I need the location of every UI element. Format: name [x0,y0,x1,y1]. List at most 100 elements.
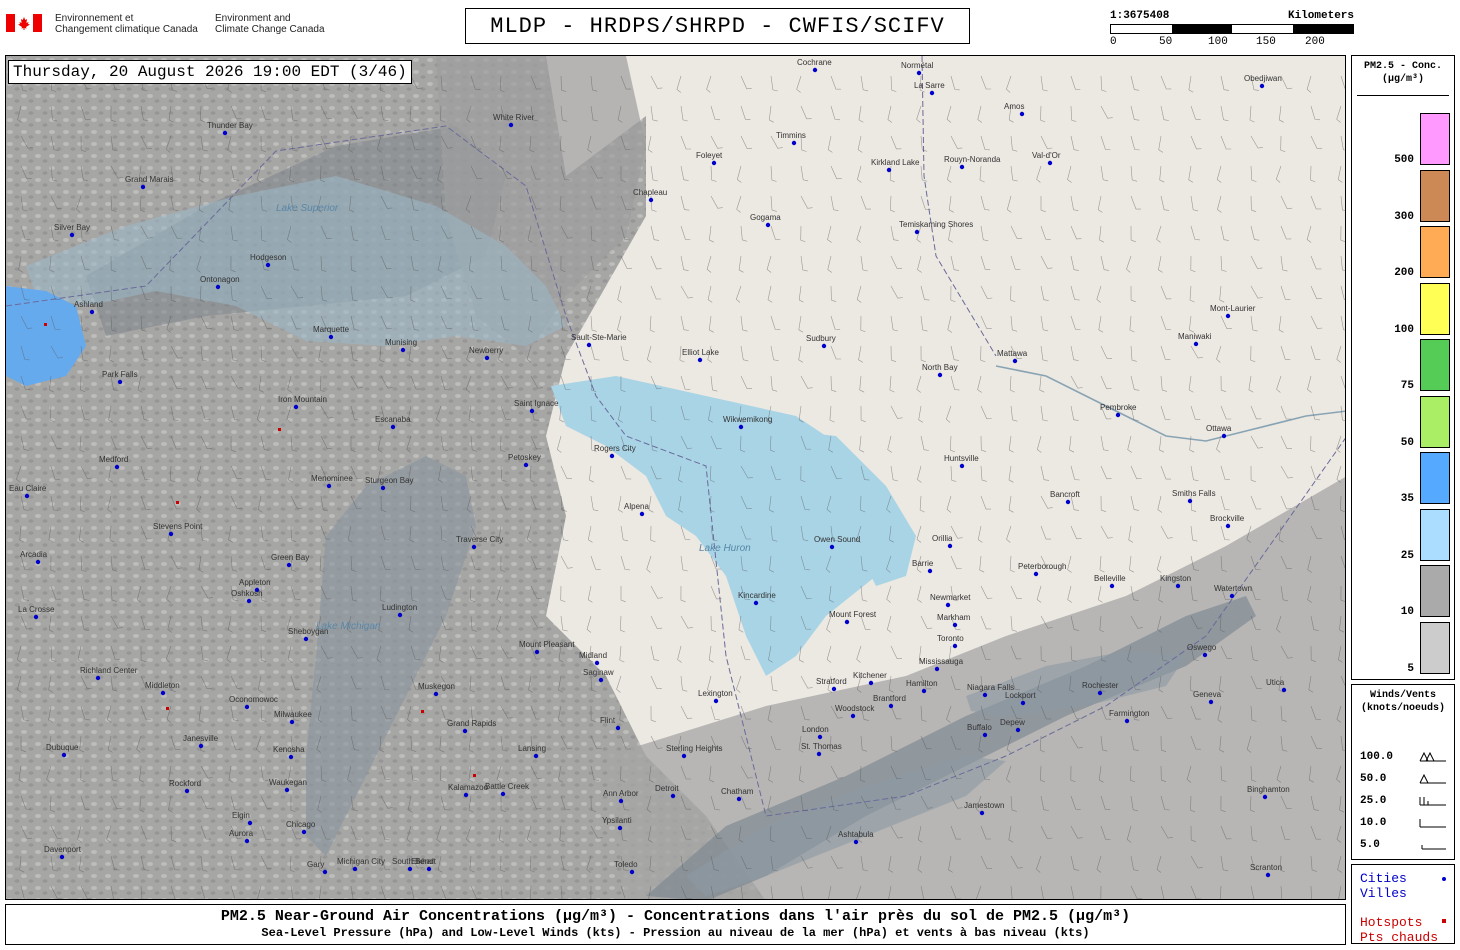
lake-label-huron: Lake Huron [699,543,751,554]
city-label: Michigan City [337,857,386,866]
footer-line2: Sea-Level Pressure (hPa) and Low-Level W… [261,926,1090,940]
city-dot [1229,593,1235,599]
city-label: Newberry [469,346,504,355]
city-label: Hodgeson [250,253,287,262]
city-label: Petoskey [508,453,541,462]
city-label: Kalamazoo [448,783,489,792]
city-dot [1265,872,1271,878]
city-dot [937,372,943,378]
gov-en-line2: Climate Change Canada [215,24,325,35]
city-label: Belleville [1094,574,1126,583]
city-label: Brantford [873,694,906,703]
city-label: Kincardine [738,591,776,600]
city-label: Elgin [232,811,250,820]
legend-bin-label: 10 [1400,606,1414,618]
city-dot [1015,727,1021,733]
scale-units: Kilometers [1287,10,1354,22]
wind-barb-50-icon [1419,773,1446,784]
city-dot [598,677,604,683]
city-dot [816,751,822,757]
city-label: Mount Forest [829,610,877,619]
city-label: Park Falls [102,370,138,379]
city-label: Battle Creek [485,782,530,791]
map-canvas[interactable]: Lake Huron Lake Michigan Lake Superior C… [5,55,1346,900]
city-dot [244,704,250,710]
city-dot [433,691,439,697]
city-label: Lansing [518,744,547,753]
city-label: Ann Arbor [603,789,639,798]
header: Environnement et Changement climatique C… [0,0,1460,52]
legend-bin-label: 75 [1400,380,1414,392]
legend-swatch [1420,282,1450,335]
city-label: Owen Sound [814,535,861,544]
city-label: Rouyn-Noranda [944,155,1001,164]
legend-swatch [1420,339,1450,391]
city-dot [639,511,645,517]
city-label: Dubuque [46,743,79,752]
city-label: Alpena [624,502,649,511]
city-dot [952,643,958,649]
legend-swatch [1420,621,1450,674]
city-label: Mississauga [919,657,964,666]
city-dot [1262,794,1268,800]
city-label: Oconomowoc [229,695,278,704]
legend-swatch [1420,226,1450,278]
hotspot-marker [473,774,476,777]
city-label: Buffalo [967,723,992,732]
city-label: Iron Mountain [278,395,327,404]
city-dot-icon [1442,877,1446,881]
legend-swatch [1420,169,1450,222]
city-dot [284,787,290,793]
legend-swatch [1420,452,1450,504]
city-dot [1208,699,1214,705]
legend-bin-label: 50 [1400,436,1414,449]
city-label: Timmins [776,131,806,140]
city-dot [380,485,386,491]
city-dot [594,660,600,666]
city-label: Escanaba [375,415,411,424]
gov-fr-line1: Environnement et [55,13,134,24]
city-dot [1193,341,1199,347]
city-dot [246,598,252,604]
wind-barb-10-icon [1419,819,1446,828]
city-dot [500,791,506,797]
city-dot [1065,499,1071,505]
city-dot [1047,160,1053,166]
legend-swatch [1420,565,1450,617]
city-label: Gary [307,860,325,869]
city-dot [24,493,30,499]
city-label: Foleyet [696,151,723,160]
hotspots-label-fr: Pts chauds [1360,930,1439,945]
city-dot [927,568,933,574]
city-label: Middleton [145,681,180,690]
city-dot [850,713,856,719]
city-dot [462,728,468,734]
city-dot [916,70,922,76]
city-label: Detroit [655,784,679,793]
city-label: Flint [600,716,616,725]
legend-swatch [1420,113,1450,165]
city-label: London [802,725,829,734]
cities-legend-label: Cities Villes [1360,871,1407,901]
city-label: Silver Bay [54,223,91,232]
city-dot [286,562,292,568]
city-label: Traverse City [456,535,504,544]
canada-flag-icon [6,14,42,32]
wind-barb-100-icon [1419,751,1446,762]
city-label: Amos [1004,102,1025,111]
city-dot [390,424,396,430]
city-label: Medford [99,455,129,464]
legend-title: PM2.5 - Conc. (µg/m³) [1352,60,1454,86]
city-dot [303,636,309,642]
city-label: Huntsville [944,454,979,463]
city-dot [959,463,965,469]
city-dot [945,602,951,608]
city-dot [736,796,742,802]
wind-row-label: 100.0 [1360,751,1394,763]
city-label: Watertown [1214,584,1252,593]
city-dot [352,866,358,872]
legend-bin-label: 500 [1394,154,1414,166]
legend-divider [1357,95,1449,96]
city-label: Chatham [721,787,754,796]
city-label: Marquette [313,325,350,334]
